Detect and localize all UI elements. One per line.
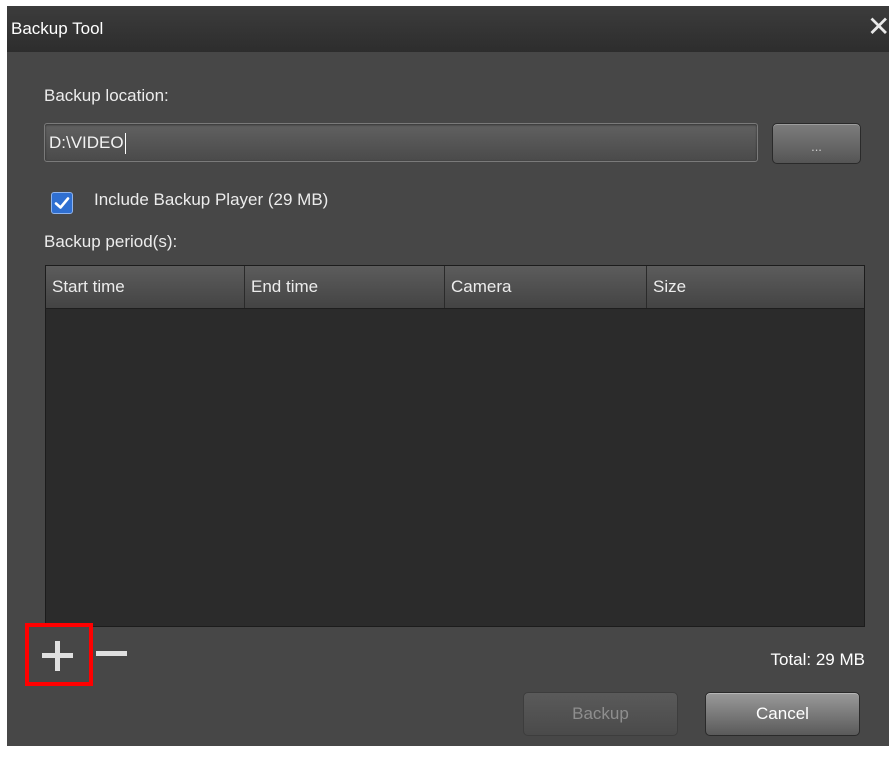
plus-icon — [42, 641, 73, 671]
total-size: Total: 29 MB — [770, 650, 866, 669]
column-header-end-time[interactable]: End time — [245, 266, 445, 308]
include-player-label: Include Backup Player (29 MB) — [94, 190, 329, 209]
table-header: Start time End time Camera Size — [46, 266, 864, 309]
table-body[interactable] — [46, 309, 864, 626]
backup-location-input[interactable]: D:\VIDEO — [44, 123, 758, 162]
column-header-start-time[interactable]: Start time — [46, 266, 245, 308]
backup-periods-table[interactable]: Start time End time Camera Size — [45, 265, 865, 627]
add-period-button[interactable] — [25, 623, 93, 686]
minus-icon — [96, 651, 127, 656]
backup-periods-label: Backup period(s): — [44, 232, 178, 251]
close-icon[interactable]: ✕ — [867, 10, 889, 44]
window-title: Backup Tool — [11, 19, 104, 38]
backup-location-value: D:\VIDEO — [49, 133, 124, 152]
checkmark-icon — [54, 197, 70, 209]
backup-button[interactable]: Backup — [523, 692, 678, 736]
column-header-size[interactable]: Size — [647, 266, 864, 308]
cancel-button[interactable]: Cancel — [705, 692, 860, 736]
backup-tool-dialog: Backup Tool ✕ Backup location: D:\VIDEO … — [7, 6, 889, 746]
browse-button[interactable]: ... — [772, 123, 861, 164]
text-caret — [124, 133, 126, 155]
backup-location-label: Backup location: — [44, 86, 169, 105]
remove-period-button[interactable] — [94, 644, 130, 664]
include-player-checkbox[interactable] — [51, 192, 73, 214]
column-header-camera[interactable]: Camera — [445, 266, 647, 308]
title-bar: Backup Tool ✕ — [7, 6, 889, 52]
